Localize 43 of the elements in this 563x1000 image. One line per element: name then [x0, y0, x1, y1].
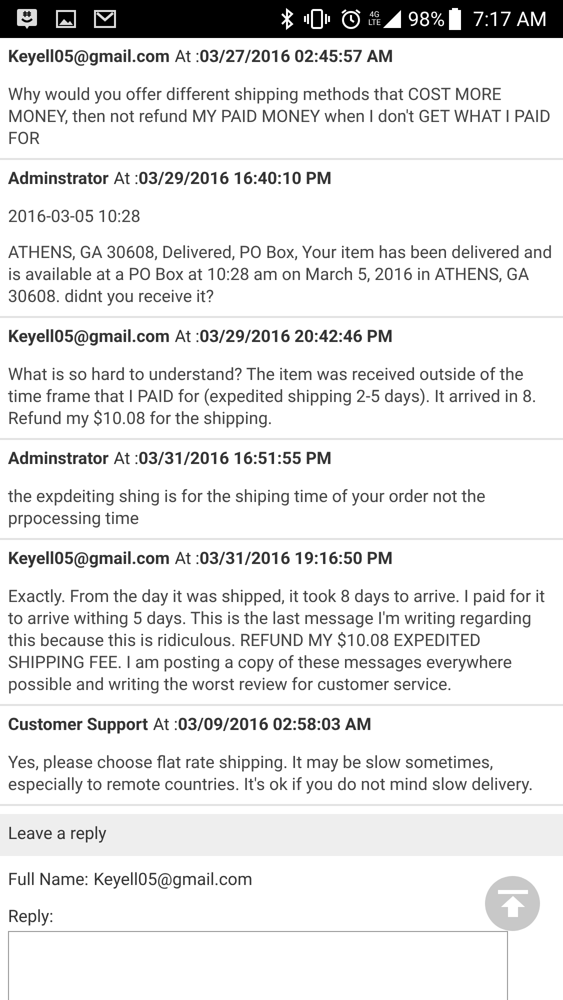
message-date: 03/31/2016 16:51:55 PM — [138, 448, 332, 471]
message-author: Keyell05@gmail.com — [8, 46, 170, 69]
message-text: the expdeiting shing is for the shiping time of your order not the prpocessing time — [8, 486, 486, 530]
chat-icon — [16, 7, 38, 31]
message-author: Keyell05@gmail.com — [8, 548, 170, 571]
full-name-label: Full Name: — [8, 868, 88, 892]
vibrate-icon — [304, 8, 330, 30]
clock-time: 7:17 AM — [472, 6, 547, 33]
message-date: 03/31/2016 19:16:50 PM — [200, 548, 393, 571]
message-author: Adminstrator — [8, 168, 109, 191]
at-label: At : — [114, 168, 138, 191]
at-label: At : — [114, 448, 138, 471]
network-label: 4G — [370, 11, 380, 19]
reply-field[interactable] — [8, 930, 508, 1000]
message-date: 03/29/2016 16:40:10 PM — [138, 168, 332, 191]
image-icon — [56, 10, 76, 28]
message-text: Exactly. From the day it was shipped, it took 8 days to arrive. I paid for it to arrive withing 5 days. This is the last message I'm writing regarding this because this is ridiculous. REFUND MY $10.08 EXPEDITED SHIPPING FEE. I am posting a copy of these messages everywhere possible and writing the worst review for customer service. — [8, 586, 546, 696]
alarm-icon — [340, 8, 362, 30]
mail-icon — [94, 10, 116, 28]
message-author: Customer Support — [8, 714, 148, 737]
at-label: At : — [152, 714, 178, 737]
message-date: 03/29/2016 20:42:46 PM — [200, 326, 393, 349]
bluetooth-icon — [280, 8, 294, 30]
reply-label: Reply: — [8, 906, 54, 929]
network-label: LTE — [368, 19, 381, 27]
message-text: Yes, please choose flat rate shipping. It may be slow sometimes, especially to remote countries. It's ok if you do not mind slow delivery. — [8, 752, 534, 796]
message-text: 2016-03-05 10:28 — [8, 206, 142, 228]
message-date: 03/27/2016 02:45:57 AM — [200, 46, 394, 69]
battery-percent: 98% — [408, 6, 445, 33]
message-text: Why would you offer different shipping methods that COST MORE MONEY, then not refund MY PAID MONEY when I don't GET WHAT I PAID FOR — [8, 84, 552, 150]
message-author: Adminstrator — [8, 448, 109, 471]
scroll-top-icon — [498, 888, 528, 918]
battery-icon — [448, 8, 461, 30]
full-name-value: Keyell05@gmail.com — [93, 868, 252, 892]
message-text: ATHENS, GA 30608, Delivered, PO Box, Your item has been delivered and is available at a PO Box at 10:28 am on March 5, 2016 in ATHENS, GA 30608. didnt you receive it? — [8, 242, 554, 308]
reply-header: Leave a reply — [0, 814, 563, 856]
message-author: Keyell05@gmail.com — [8, 326, 170, 349]
message-date: 03/09/2016 02:58:03 AM — [178, 714, 372, 737]
signal-icon — [382, 9, 402, 29]
at-label: At : — [174, 548, 200, 571]
message-text: What is so hard to understand? The item was received outside of the time frame that I PAID for (expedited shipping 2-5 days). It arrived in 8. Refund my $10.08 for the shipping. — [8, 364, 538, 430]
at-label: At : — [174, 46, 200, 69]
at-label: At : — [174, 326, 200, 349]
